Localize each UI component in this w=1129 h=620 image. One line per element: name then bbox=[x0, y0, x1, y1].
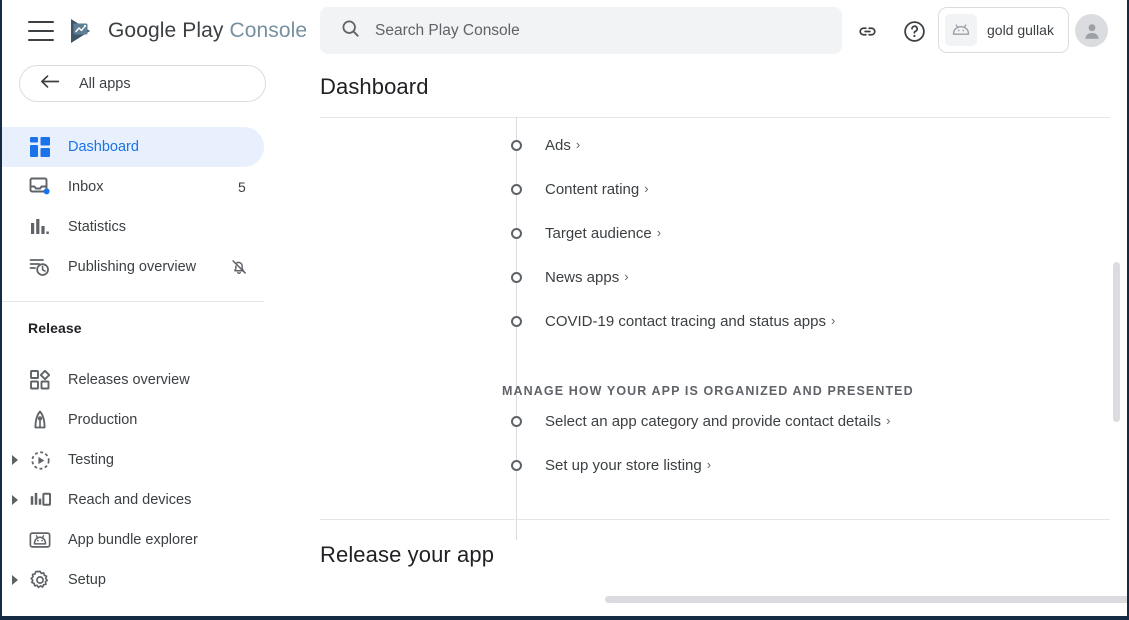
page-title: Dashboard bbox=[320, 74, 429, 99]
sidebar-item-setup[interactable]: Setup bbox=[2, 560, 264, 600]
search-icon bbox=[340, 18, 361, 44]
chevron-right-icon: › bbox=[706, 456, 712, 472]
checklist-label-text: Content rating bbox=[545, 180, 640, 198]
checklist-circle-marker bbox=[511, 315, 522, 327]
checklist-circle-marker bbox=[511, 459, 522, 471]
brand-logo-group[interactable]: Google Play Console bbox=[68, 17, 307, 45]
vertical-scrollbar-track[interactable] bbox=[1113, 62, 1124, 602]
sidebar-item-reach-and-devices[interactable]: Reach and devices bbox=[2, 480, 264, 520]
checklist-item-label: Ads › bbox=[545, 137, 580, 154]
checklist-circle-marker bbox=[511, 271, 522, 283]
sidebar-item-label: Dashboard bbox=[68, 139, 139, 155]
checklist-label-text: Select an app category and provide conta… bbox=[545, 412, 882, 430]
brand-google-play-text: Google Play bbox=[108, 19, 224, 42]
sidebar-item-label: Production bbox=[68, 412, 138, 428]
sidebar-section-heading-release: Release bbox=[28, 320, 82, 336]
sidebar-item-label: Publishing overview bbox=[68, 259, 197, 275]
play-console-window: Google Play Console Search Play Console bbox=[0, 0, 1129, 620]
all-apps-button[interactable]: All apps bbox=[19, 65, 266, 102]
sidebar-item-releases-overview[interactable]: Releases overview bbox=[2, 360, 264, 400]
chevron-right-icon: › bbox=[656, 224, 662, 240]
checklist-item-label: Select an app category and provide conta… bbox=[545, 413, 890, 430]
chevron-right-icon: › bbox=[886, 412, 891, 428]
checklist-circle-marker bbox=[511, 183, 522, 195]
chevron-right-icon: › bbox=[644, 180, 649, 196]
left-navigation-sidebar: All apps Dashboard Inbox 5 Statistics Pu… bbox=[2, 62, 302, 616]
vertical-scrollbar-thumb[interactable] bbox=[1113, 262, 1120, 422]
top-app-bar: Google Play Console Search Play Console bbox=[2, 0, 1127, 62]
play-console-logo-icon bbox=[68, 17, 98, 45]
chevron-right-icon: › bbox=[830, 312, 836, 328]
section-divider bbox=[320, 519, 1110, 520]
sidebar-item-label: Reach and devices bbox=[68, 492, 192, 508]
arrow-back-icon bbox=[40, 73, 61, 95]
hamburger-menu-icon[interactable] bbox=[28, 21, 54, 41]
content-section-heading: MANAGE HOW YOUR APP IS ORGANIZED AND PRE… bbox=[502, 384, 914, 398]
sidebar-item-statistics[interactable]: Statistics bbox=[2, 207, 264, 247]
chevron-right-expander-icon[interactable] bbox=[8, 493, 22, 507]
sidebar-item-label: App bundle explorer bbox=[68, 532, 198, 548]
checklist-label-text: COVID-19 contact tracing and status apps bbox=[545, 312, 826, 330]
sidebar-item-label: Inbox bbox=[68, 179, 104, 195]
checklist-circle-marker bbox=[511, 415, 522, 427]
production-rocket-icon bbox=[28, 408, 52, 432]
horizontal-scrollbar-thumb[interactable] bbox=[605, 596, 1127, 603]
android-robot-icon bbox=[945, 14, 977, 46]
checklist-item-label: Content rating › bbox=[545, 181, 649, 198]
gear-icon bbox=[28, 568, 52, 592]
sidebar-item-label: Testing bbox=[68, 452, 114, 468]
all-apps-label: All apps bbox=[79, 75, 131, 92]
user-avatar-icon[interactable] bbox=[1075, 14, 1108, 47]
search-input[interactable]: Search Play Console bbox=[320, 7, 842, 54]
release-your-app-heading: Release your app bbox=[320, 542, 495, 567]
chevron-right-expander-icon[interactable] bbox=[8, 573, 22, 587]
checklist-timeline-line bbox=[516, 117, 517, 540]
sidebar-item-testing[interactable]: Testing bbox=[2, 440, 264, 480]
brand-title: Google Play Console bbox=[108, 19, 307, 43]
main-content-area: Dashboard Ads › Content rating › Target au… bbox=[302, 62, 1127, 616]
account-name-label: gold gullak bbox=[987, 22, 1054, 38]
checklist-label-text: Target audience bbox=[545, 224, 652, 242]
checklist-label-text: News apps bbox=[545, 268, 620, 286]
help-circle-icon[interactable] bbox=[899, 16, 929, 46]
sidebar-item-production[interactable]: Production bbox=[2, 400, 264, 440]
inbox-count-badge: 5 bbox=[238, 179, 246, 195]
sidebar-item-publishing-overview[interactable]: Publishing overview bbox=[2, 247, 264, 287]
checklist-label-text: Ads bbox=[545, 136, 571, 154]
chevron-right-icon: › bbox=[624, 268, 629, 284]
checklist-circle-marker bbox=[511, 227, 522, 239]
sidebar-item-label: Setup bbox=[68, 572, 106, 588]
dashboard-grid-icon bbox=[28, 135, 52, 159]
app-bundle-android-icon bbox=[28, 528, 52, 552]
checklist-item-label: Set up your store listing › bbox=[545, 457, 711, 474]
testing-play-dashed-icon bbox=[28, 448, 52, 472]
title-divider bbox=[320, 117, 1110, 118]
checklist-item-label: COVID-19 contact tracing and status apps… bbox=[545, 313, 835, 330]
sidebar-item-inbox[interactable]: Inbox 5 bbox=[2, 167, 264, 207]
bar-chart-icon bbox=[28, 215, 52, 239]
reach-devices-icon bbox=[28, 488, 52, 512]
publishing-clock-icon bbox=[28, 255, 52, 279]
checklist-label-text: Set up your store listing bbox=[545, 456, 702, 474]
link-icon[interactable] bbox=[852, 16, 882, 46]
sidebar-item-app-bundle-explorer[interactable]: App bundle explorer bbox=[2, 520, 264, 560]
chevron-right-expander-icon[interactable] bbox=[8, 453, 22, 467]
chevron-right-icon: › bbox=[575, 136, 581, 152]
horizontal-scrollbar-track[interactable] bbox=[302, 596, 1127, 610]
sidebar-item-label: Statistics bbox=[68, 219, 127, 235]
inbox-icon bbox=[28, 175, 52, 199]
checklist-circle-marker bbox=[511, 139, 522, 151]
sidebar-item-label: Releases overview bbox=[68, 372, 190, 388]
notifications-off-icon[interactable] bbox=[230, 258, 248, 276]
checklist-item-label: Target audience › bbox=[545, 225, 661, 242]
sidebar-item-dashboard[interactable]: Dashboard bbox=[2, 127, 264, 167]
account-app-chip[interactable]: gold gullak bbox=[938, 7, 1069, 53]
brand-console-text: Console bbox=[229, 19, 308, 42]
sidebar-divider bbox=[2, 301, 264, 302]
releases-overview-icon bbox=[28, 368, 52, 392]
checklist-item-label: News apps › bbox=[545, 269, 629, 286]
search-placeholder-text: Search Play Console bbox=[375, 21, 520, 39]
